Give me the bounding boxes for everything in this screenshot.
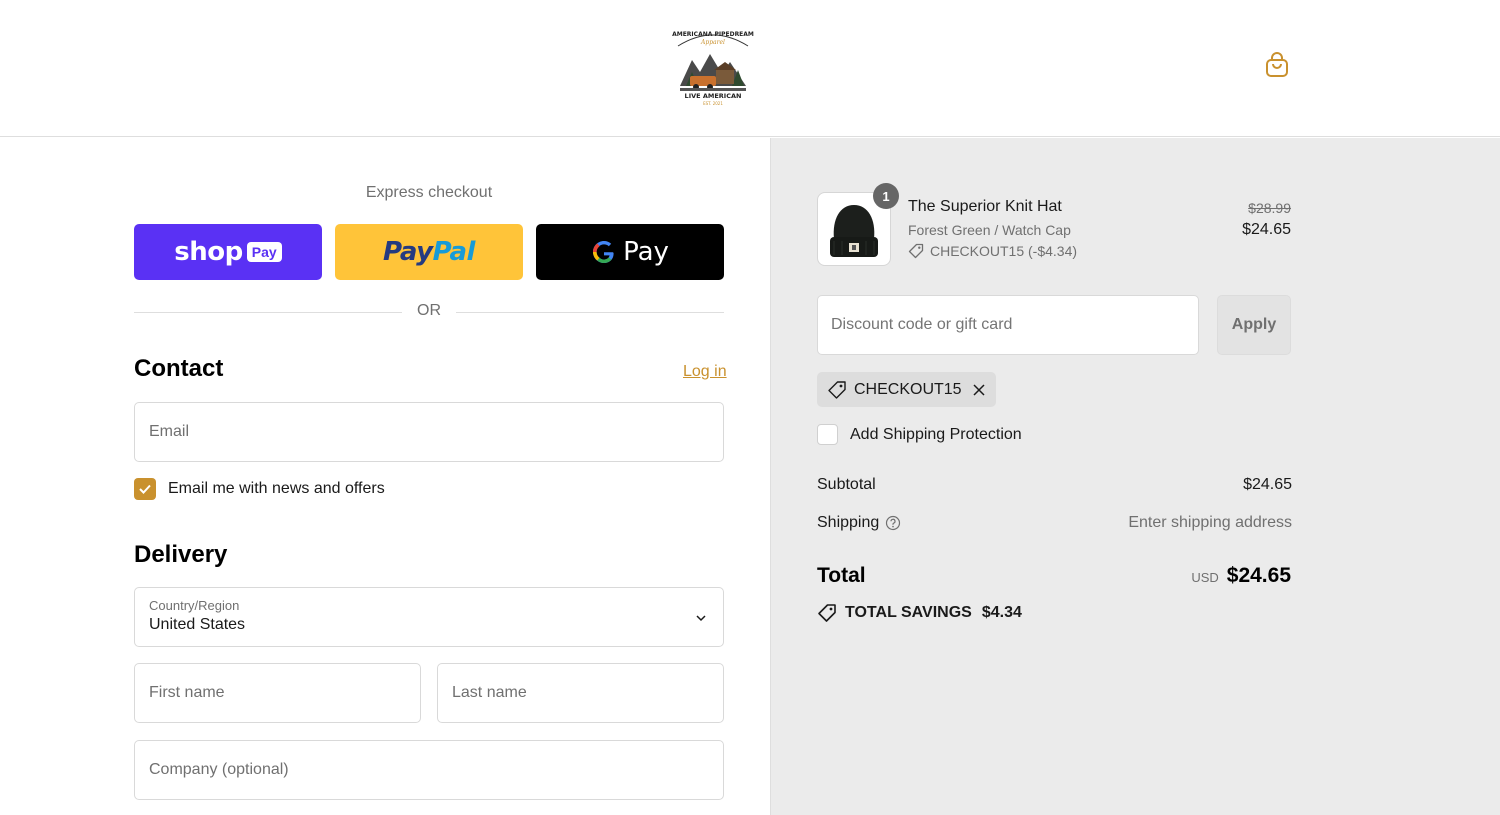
total-value-wrap: USD $24.65 <box>1191 564 1291 588</box>
shipping-row: Shipping Enter shipping address <box>817 514 1292 532</box>
paypal-wordmark-part1: Pay <box>383 237 433 267</box>
news-offers-label: Email me with news and offers <box>168 480 385 497</box>
country-region-value: United States <box>149 616 246 633</box>
checkmark-icon <box>139 484 151 494</box>
last-name-field[interactable] <box>438 664 723 722</box>
company-field[interactable] <box>135 741 723 799</box>
shipping-label: Shipping <box>817 514 880 531</box>
shipping-protection-checkbox[interactable] <box>817 424 838 445</box>
applied-discount-code: CHECKOUT15 <box>854 380 962 398</box>
close-icon <box>973 383 985 396</box>
company-field-wrapper <box>134 740 724 800</box>
order-summary-column: 1 The Superior Knit Hat Forest Green / W… <box>770 138 1500 815</box>
tag-icon <box>908 243 924 259</box>
shop-pay-wordmark: shop <box>174 237 243 267</box>
discount-field-wrapper <box>817 295 1199 355</box>
subtotal-label: Subtotal <box>817 476 876 493</box>
paypal-button[interactable]: PayPal <box>335 224 523 280</box>
tag-icon <box>818 604 836 622</box>
americana-pipedream-logo-image: AMERICANA PIPEDREAM Apparel LIVE AMERICA… <box>672 31 754 106</box>
product-name: The Superior Knit Hat <box>908 198 1062 215</box>
quantity-badge: 1 <box>873 183 899 209</box>
subtotal-row: Subtotal $24.65 <box>817 476 1292 494</box>
store-logo[interactable]: AMERICANA PIPEDREAM Apparel LIVE AMERICA… <box>672 24 754 108</box>
chevron-down-icon <box>696 615 706 622</box>
checkout-header: AMERICANA PIPEDREAM Apparel LIVE AMERICA… <box>0 0 1500 137</box>
shop-pay-badge: Pay <box>246 242 282 262</box>
google-pay-button[interactable]: Pay <box>536 224 724 280</box>
shopping-bag-icon <box>1266 52 1288 77</box>
total-amount: $24.65 <box>1226 564 1291 587</box>
shipping-value: Enter shipping address <box>1128 514 1292 531</box>
subtotal-value: $24.65 <box>1243 476 1292 493</box>
shipping-protection-row[interactable]: Add Shipping Protection <box>817 424 1022 445</box>
email-field[interactable] <box>135 403 723 461</box>
shipping-protection-label: Add Shipping Protection <box>850 425 1022 443</box>
paypal-wordmark-part2: Pal <box>432 237 476 267</box>
logo-arc-text: AMERICANA PIPEDREAM <box>672 31 754 38</box>
product-variant: Forest Green / Watch Cap <box>908 222 1071 238</box>
logo-script-text: Apparel <box>700 39 725 46</box>
applied-discount-chip: CHECKOUT15 <box>817 372 996 407</box>
tag-icon <box>828 380 846 399</box>
divider-line-right <box>456 312 724 313</box>
product-price: $24.65 <box>1242 221 1291 238</box>
or-text: OR <box>417 302 441 319</box>
country-region-select[interactable]: Country/Region United States <box>134 587 724 647</box>
product-original-price: $28.99 <box>1248 200 1291 216</box>
news-offers-checkbox[interactable] <box>134 478 156 500</box>
news-offers-checkbox-row[interactable]: Email me with news and offers <box>134 478 385 500</box>
product-discount-text: CHECKOUT15 (-$4.34) <box>930 243 1078 259</box>
country-region-label: Country/Region <box>149 598 240 613</box>
express-checkout-title: Express checkout <box>365 184 493 201</box>
first-name-field-wrapper <box>134 663 421 723</box>
cart-button[interactable] <box>1262 50 1292 80</box>
product-discount: CHECKOUT15 (-$4.34) <box>908 243 1077 259</box>
google-pay-wordmark: Pay <box>623 237 669 267</box>
total-savings-label: TOTAL SAVINGS <box>845 604 972 621</box>
google-g-icon <box>593 241 614 263</box>
log-in-link[interactable]: Log in <box>683 363 727 381</box>
shop-pay-button[interactable]: shop Pay <box>134 224 322 280</box>
discount-code-input[interactable] <box>818 296 1198 354</box>
remove-discount-button[interactable] <box>972 383 986 397</box>
paypal-wordmark: PayPal <box>383 237 475 267</box>
first-name-field[interactable] <box>135 664 420 722</box>
last-name-field-wrapper <box>437 663 724 723</box>
checkout-form-column: Express checkout shop Pay PayPal Pay OR … <box>0 138 770 815</box>
total-savings: TOTAL SAVINGS $4.34 <box>817 603 1022 623</box>
email-field-wrapper <box>134 402 724 462</box>
total-label: Total <box>817 564 866 587</box>
help-circle-icon[interactable] <box>885 515 901 531</box>
or-divider: OR <box>134 302 724 322</box>
total-currency: USD <box>1191 570 1219 585</box>
apply-discount-button[interactable]: Apply <box>1217 295 1291 355</box>
total-savings-value: $4.34 <box>981 604 1022 621</box>
contact-heading: Contact <box>134 355 224 382</box>
logo-bottom-text: LIVE AMERICAN <box>685 92 742 100</box>
logo-est-text: EST. 2021 <box>703 101 723 106</box>
delivery-heading: Delivery <box>134 541 228 568</box>
